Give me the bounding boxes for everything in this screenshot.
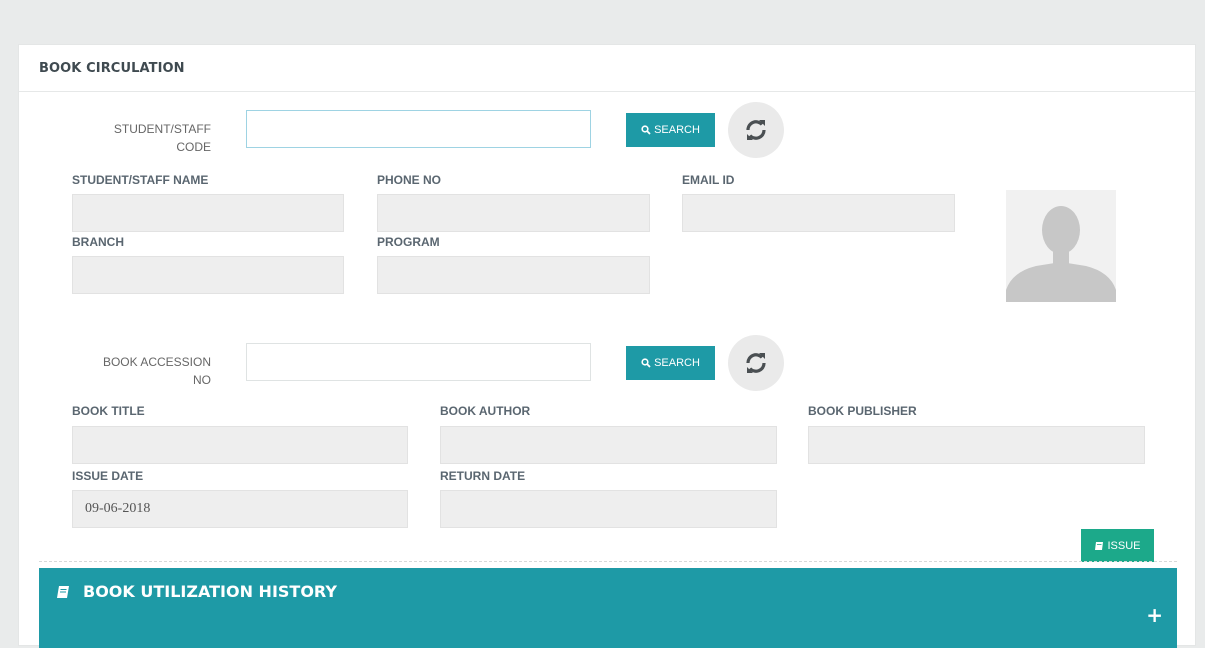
search-icon (641, 125, 651, 135)
panel-header: BOOK CIRCULATION (19, 45, 1195, 92)
student-code-input[interactable] (246, 110, 591, 148)
issue-date-field: 09-06-2018 (72, 490, 408, 528)
phone-field (377, 194, 650, 232)
branch-label: BRANCH (72, 235, 124, 249)
book-accession-label: BOOK ACCESSION NO (102, 355, 211, 387)
user-avatar (1006, 190, 1116, 302)
return-date-field (440, 490, 777, 528)
book-icon (1095, 541, 1104, 550)
book-author-label: BOOK AUTHOR (440, 404, 531, 418)
student-name-label: STUDENT/STAFF NAME (72, 173, 209, 187)
book-publisher-label: BOOK PUBLISHER (808, 404, 917, 418)
history-title: BOOK UTILIZATION HISTORY (83, 582, 337, 601)
phone-label: PHONE NO (377, 173, 442, 187)
refresh-icon (746, 353, 766, 373)
book-accession-input[interactable] (246, 343, 591, 381)
book-author-field (440, 426, 777, 464)
email-label: EMAIL ID (682, 173, 735, 187)
book-utilization-history-panel[interactable]: BOOK UTILIZATION HISTORY + (39, 568, 1177, 648)
book-circulation-panel: BOOK CIRCULATION STUDENT/STAFF CODE SEAR… (18, 44, 1196, 648)
program-label: PROGRAM (377, 235, 440, 249)
student-name-field (72, 194, 344, 232)
refresh-icon (746, 120, 766, 140)
section-divider (39, 561, 1177, 562)
branch-field (72, 256, 344, 294)
book-refresh-button[interactable] (728, 335, 784, 391)
search-icon (641, 358, 651, 368)
email-field (682, 194, 955, 232)
issue-date-label: ISSUE DATE (72, 469, 144, 483)
student-refresh-button[interactable] (728, 102, 784, 158)
book-search-button[interactable]: SEARCH (626, 346, 715, 380)
book-title-field (72, 426, 408, 464)
return-date-label: RETURN DATE (440, 469, 526, 483)
book-title-label: BOOK TITLE (72, 404, 145, 418)
program-field (377, 256, 650, 294)
panel-title: BOOK CIRCULATION (39, 61, 185, 76)
book-icon (57, 586, 69, 598)
student-search-button[interactable]: SEARCH (626, 113, 715, 147)
student-code-label: STUDENT/STAFF CODE (113, 122, 211, 154)
book-publisher-field (808, 426, 1145, 464)
user-silhouette-icon (1006, 206, 1116, 302)
issue-button[interactable]: ISSUE (1081, 529, 1154, 562)
plus-icon[interactable]: + (1146, 603, 1163, 627)
